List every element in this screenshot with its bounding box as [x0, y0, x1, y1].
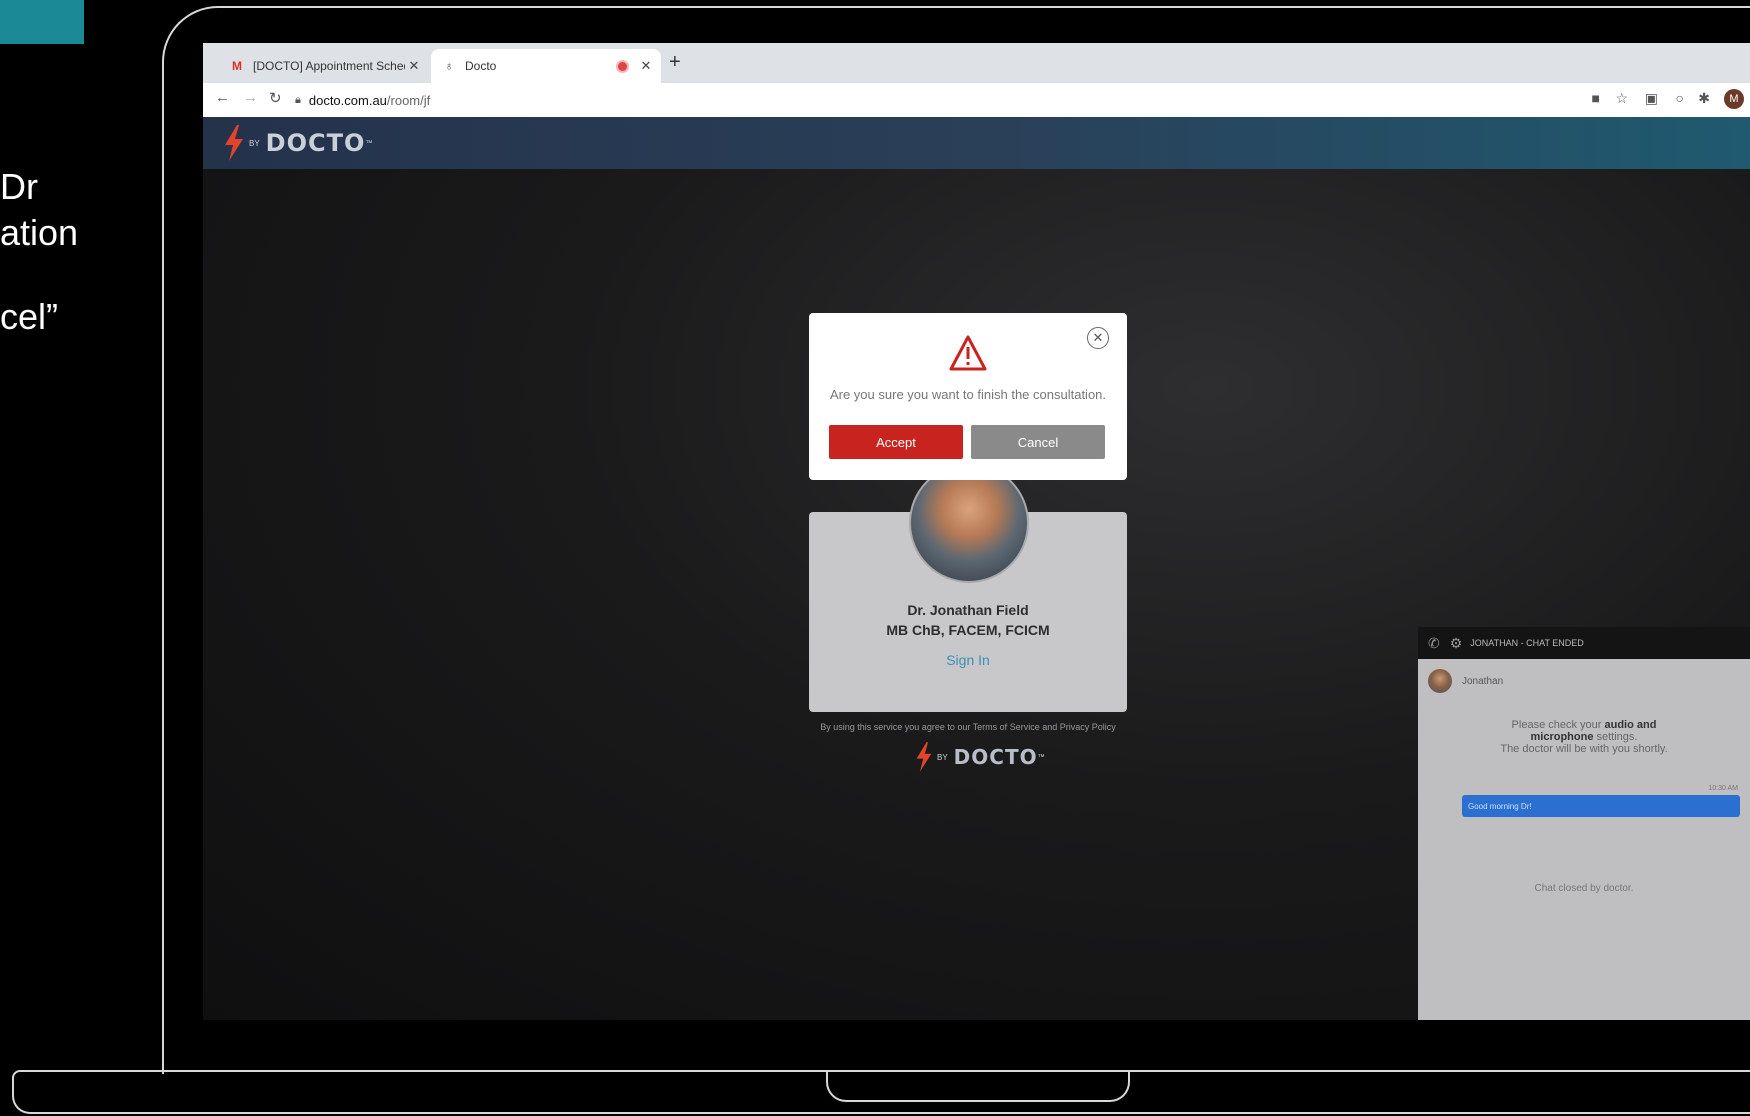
extensions-puzzle-icon[interactable]: ✱: [1698, 90, 1710, 107]
back-arrow-icon[interactable]: ←: [215, 89, 230, 106]
url-domain: docto.com.au: [308, 92, 387, 108]
close-modal-icon[interactable]: ✕: [1087, 327, 1109, 349]
slide-text-line3: cel”: [0, 296, 59, 337]
info-bold-audio: audio and: [1604, 719, 1657, 731]
logo-by: BY: [937, 752, 948, 762]
logo-tm: ™: [1037, 753, 1045, 761]
sign-in-link[interactable]: Sign In: [809, 652, 1127, 668]
lightning-bolt-icon: [916, 742, 932, 772]
tab-docto[interactable]: ♁ Docto ✕: [431, 49, 661, 83]
browser-toolbar: ← → ↻ 🔒︎ docto.com.au/room/jf ■ ☆ ▣ ○ ✱ …: [203, 83, 1750, 118]
slide-text-line1: Dr: [0, 166, 38, 207]
tab-gmail[interactable]: M [DOCTO] Appointment Sched… ✕: [219, 49, 429, 83]
confirm-finish-modal: ✕ Are you sure you want to finish the co…: [809, 313, 1127, 480]
address-bar[interactable]: 🔒︎ docto.com.au/room/jf: [295, 88, 1585, 112]
tab-strip: M [DOCTO] Appointment Sched… ✕ ♁ Docto ✕…: [203, 43, 1750, 83]
chat-system-message: Please check your audio and microphone s…: [1418, 719, 1750, 755]
info-suffix: settings.: [1593, 731, 1638, 743]
extension-circle-icon[interactable]: ○: [1676, 90, 1684, 106]
cancel-button[interactable]: Cancel: [971, 425, 1105, 459]
camera-icon[interactable]: ■: [1592, 90, 1600, 106]
chat-participant: Jonathan: [1428, 669, 1503, 693]
chat-user-name: Jonathan: [1462, 675, 1504, 687]
docto-page: BY DOCTO ™ Dr. Jonathan Field MB ChB, FA…: [203, 117, 1750, 1020]
doctor-credentials: MB ChB, FACEM, FCICM: [886, 622, 1050, 638]
slide-accent-bar: [0, 0, 84, 44]
info-bold-microphone: microphone: [1530, 731, 1594, 743]
doctor-name: Dr. Jonathan Field: [907, 602, 1029, 618]
chat-header-title: JONATHAN - CHAT ENDED: [1470, 638, 1584, 648]
bookmark-star-icon[interactable]: ☆: [1615, 90, 1628, 107]
settings-gear-icon[interactable]: ⚙: [1450, 635, 1463, 652]
avatar: [1428, 669, 1452, 693]
tab-title: Docto: [465, 59, 497, 73]
reload-icon[interactable]: ↻: [269, 89, 282, 107]
slide-text-line2: ation: [0, 212, 79, 253]
new-tab-icon[interactable]: +: [669, 51, 681, 74]
chat-panel: ✆ ⚙ JONATHAN - CHAT ENDED Jonathan Pleas…: [1418, 627, 1750, 1020]
close-icon[interactable]: ✕: [405, 58, 423, 74]
docto-logo[interactable]: BY DOCTO ™: [223, 125, 372, 161]
chat-message: Good morning Dr!: [1462, 795, 1740, 817]
message-timestamp: 10:30 AM: [1708, 785, 1738, 792]
hangup-icon[interactable]: ✆: [1428, 635, 1440, 652]
doctor-photo: [909, 463, 1029, 583]
docto-favicon-icon: ♁: [444, 59, 454, 73]
extension-g-icon[interactable]: ▣: [1645, 90, 1658, 107]
recording-icon: [618, 61, 627, 71]
chat-closed-notice: Chat closed by doctor.: [1534, 883, 1634, 894]
close-icon[interactable]: ✕: [637, 58, 655, 74]
footer-logo-text: DOCTO: [953, 745, 1038, 769]
footer-logo: BY DOCTO ™: [915, 742, 1045, 772]
chat-header: ✆ ⚙ JONATHAN - CHAT ENDED: [1418, 627, 1750, 659]
lightning-bolt-icon: [225, 125, 243, 161]
logo-text: DOCTO: [265, 129, 366, 157]
terms-text: By using this service you agree to our T…: [820, 722, 1116, 732]
accept-button[interactable]: Accept: [829, 425, 963, 459]
info-prefix: Please check your: [1511, 719, 1605, 731]
info-line3: The doctor will be with you shortly.: [1500, 743, 1668, 755]
tab-title: [DOCTO] Appointment Sched…: [253, 59, 405, 73]
page-header: BY DOCTO ™: [203, 117, 1750, 169]
warning-icon: [949, 335, 987, 371]
browser-window: M [DOCTO] Appointment Sched… ✕ ♁ Docto ✕…: [203, 43, 1750, 1020]
logo-tm: ™: [365, 139, 373, 147]
logo-by: BY: [249, 138, 260, 148]
gmail-icon: M: [232, 59, 242, 73]
laptop-notch: [826, 1070, 1130, 1102]
modal-message: Are you sure you want to finish the cons…: [829, 387, 1107, 402]
lock-icon: 🔒︎: [295, 93, 301, 106]
forward-arrow-icon[interactable]: →: [243, 89, 258, 106]
url-path: /room/jf: [386, 92, 431, 108]
profile-avatar[interactable]: M: [1724, 89, 1744, 109]
